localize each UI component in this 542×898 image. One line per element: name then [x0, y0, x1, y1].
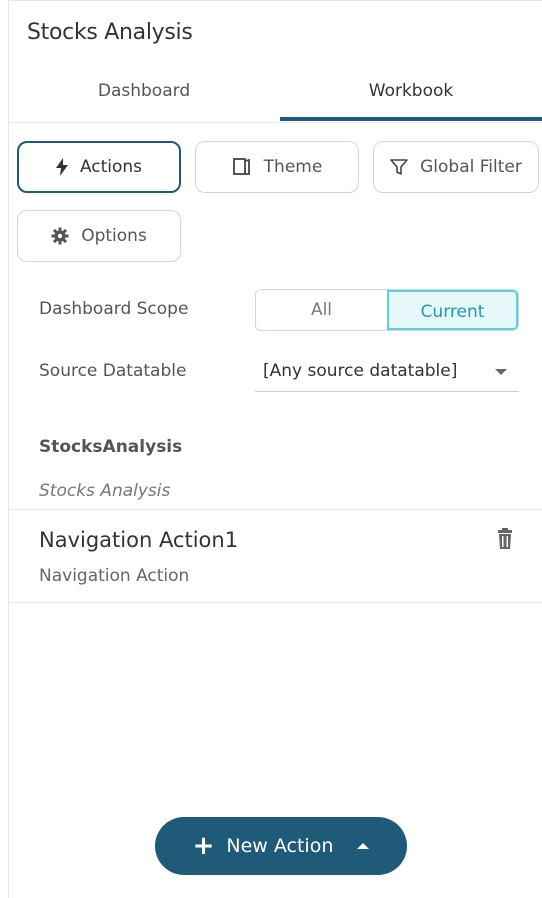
gear-icon: [51, 227, 69, 245]
tab-dashboard[interactable]: Dashboard: [9, 81, 279, 101]
options-button[interactable]: Options: [17, 210, 181, 262]
tab-workbook[interactable]: Workbook: [279, 81, 542, 101]
trash-icon[interactable]: [495, 528, 515, 554]
scope-option-current[interactable]: Current: [387, 290, 518, 330]
list-item[interactable]: Navigation Action1 Navigation Action: [9, 510, 542, 602]
global-filter-button[interactable]: Global Filter: [373, 141, 539, 193]
filter-funnel-icon: [390, 158, 408, 176]
dashboard-group-subtitle: Stocks Analysis: [39, 481, 171, 501]
plus-icon: +: [192, 831, 215, 861]
workbook-panel: Stocks Analysis Dashboard Workbook Actio…: [8, 0, 542, 898]
active-tab-indicator: [280, 117, 542, 121]
new-action-label: New Action: [226, 835, 334, 857]
theme-button-label: Theme: [263, 157, 323, 177]
theme-book-icon: [232, 157, 252, 177]
action-type: Navigation Action: [39, 566, 190, 586]
scope-option-all[interactable]: All: [256, 290, 387, 330]
source-datatable-value: [Any source datatable]: [263, 361, 458, 381]
tab-bar: Dashboard Workbook: [9, 73, 542, 123]
action-title: Navigation Action1: [39, 528, 239, 552]
chevron-up-icon: [357, 843, 370, 849]
dashboard-group-name: StocksAnalysis: [39, 437, 183, 457]
dashboard-scope-toggle: All Current: [255, 289, 519, 331]
options-button-label: Options: [81, 226, 147, 246]
source-datatable-label: Source Datatable: [39, 361, 187, 381]
panel-title: Stocks Analysis: [27, 20, 193, 45]
dashboard-scope-label: Dashboard Scope: [39, 299, 189, 319]
actions-button-label: Actions: [79, 157, 143, 177]
actions-button[interactable]: Actions: [17, 141, 181, 193]
source-datatable-select[interactable]: [Any source datatable]: [255, 355, 519, 392]
theme-button[interactable]: Theme: [195, 141, 359, 193]
tab-divider: [9, 122, 542, 123]
new-action-button[interactable]: + New Action: [155, 817, 407, 875]
list-divider: [9, 602, 542, 603]
global-filter-button-label: Global Filter: [420, 157, 522, 177]
lightning-icon: [55, 158, 68, 176]
chevron-down-icon: [495, 369, 507, 375]
